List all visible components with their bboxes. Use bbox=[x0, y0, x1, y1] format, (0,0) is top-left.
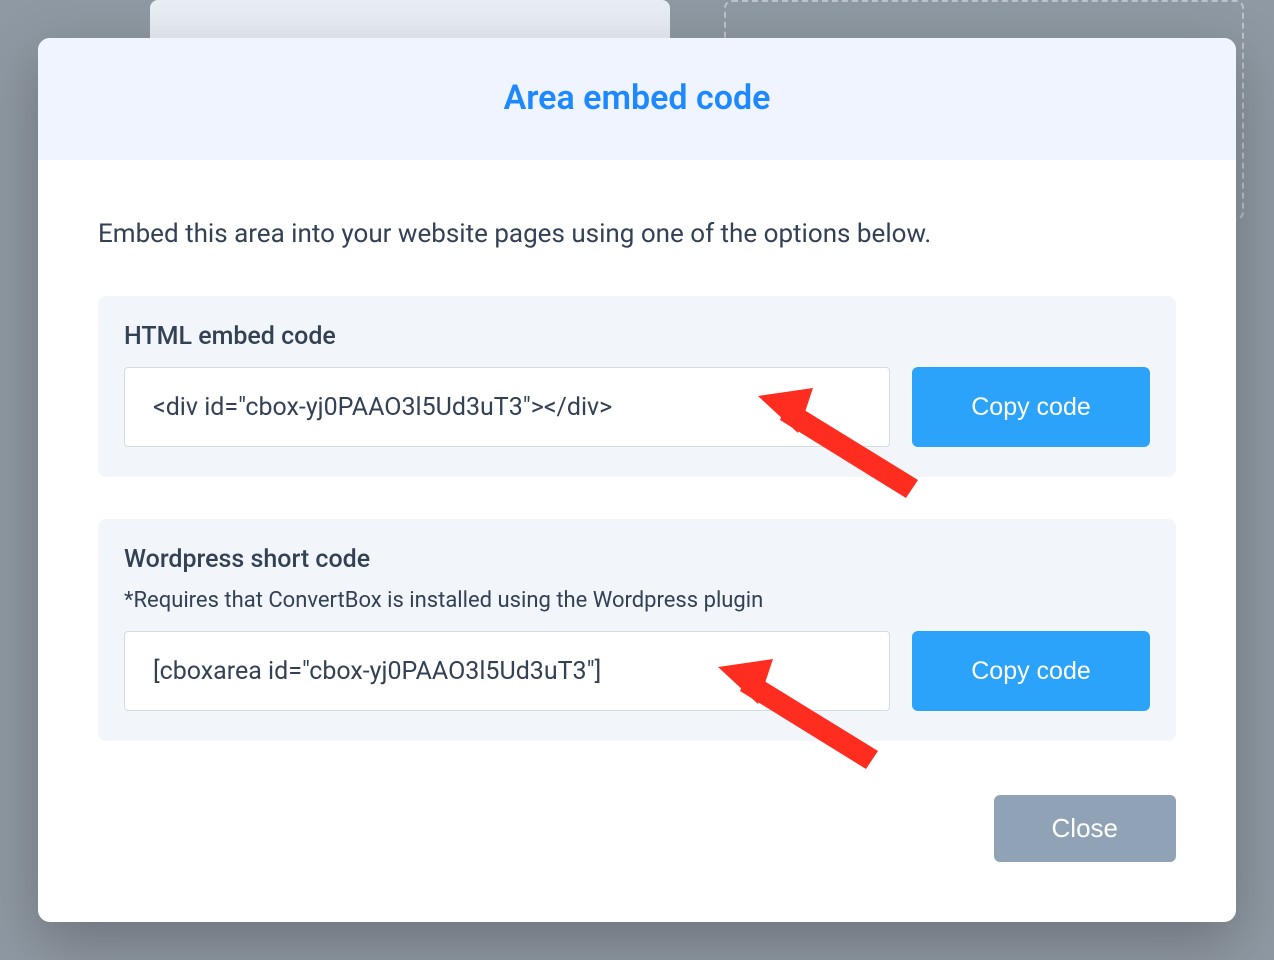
modal-body: Embed this area into your website pages … bbox=[38, 160, 1236, 795]
copy-html-button[interactable]: Copy code bbox=[912, 367, 1150, 447]
html-embed-label: HTML embed code bbox=[124, 322, 1150, 351]
close-button[interactable]: Close bbox=[994, 795, 1176, 862]
wordpress-shortcode-note: *Requires that ConvertBox is installed u… bbox=[124, 588, 1150, 613]
modal-header: Area embed code bbox=[38, 38, 1236, 160]
html-embed-input[interactable] bbox=[124, 367, 890, 447]
intro-text: Embed this area into your website pages … bbox=[98, 216, 1176, 252]
html-embed-block: HTML embed code Copy code bbox=[98, 296, 1176, 477]
wordpress-shortcode-row: Copy code bbox=[124, 631, 1150, 711]
copy-wordpress-button[interactable]: Copy code bbox=[912, 631, 1150, 711]
wordpress-shortcode-block: Wordpress short code *Requires that Conv… bbox=[98, 519, 1176, 741]
embed-code-modal: Area embed code Embed this area into you… bbox=[38, 38, 1236, 922]
modal-footer: Close bbox=[38, 795, 1236, 922]
wordpress-shortcode-label: Wordpress short code bbox=[124, 545, 1150, 574]
wordpress-shortcode-input[interactable] bbox=[124, 631, 890, 711]
modal-title: Area embed code bbox=[58, 78, 1216, 118]
html-embed-row: Copy code bbox=[124, 367, 1150, 447]
